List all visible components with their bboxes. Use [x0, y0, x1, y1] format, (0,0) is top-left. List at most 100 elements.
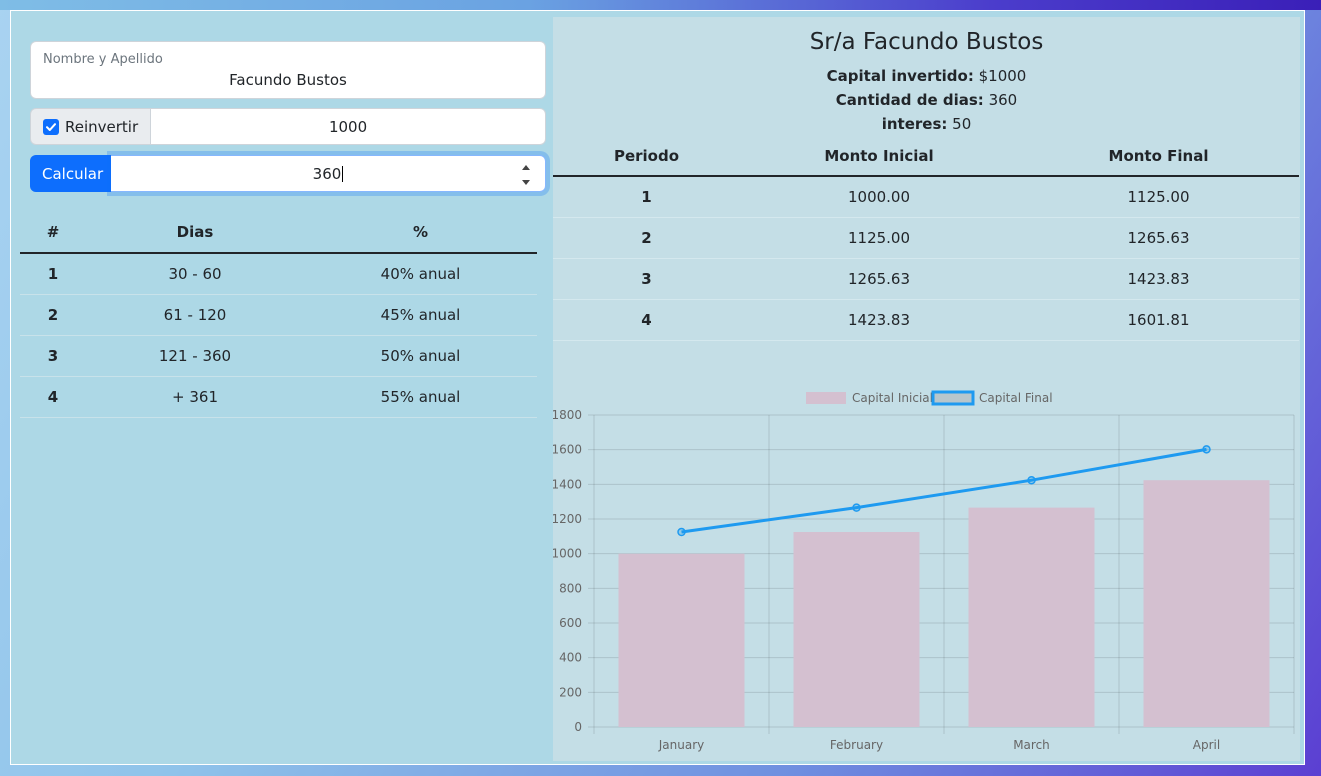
y-tick-label: 1600 [553, 443, 582, 457]
reinvest-toggle[interactable]: Reinvertir [30, 108, 152, 145]
table-cell: 1423.83 [1018, 258, 1299, 300]
rates-table: # Dias % 1 30 - 60 40% anual 2 61 - 120 … [20, 212, 537, 418]
spin-down-icon[interactable] [522, 180, 530, 185]
name-field[interactable]: Nombre y Apellido Facundo Bustos [30, 41, 546, 99]
table-cell: 2 [553, 217, 740, 259]
results-panel: Sr/a Facundo Bustos Capital invertido: $… [551, 17, 1300, 761]
app-frame: Nombre y Apellido Facundo Bustos Reinver… [10, 10, 1305, 765]
table-cell: 1000.00 [740, 176, 1018, 218]
table-cell: 40% anual [304, 253, 537, 295]
table-cell: + 361 [86, 376, 304, 418]
table-row: 1 30 - 60 40% anual [20, 253, 537, 295]
form-panel: Nombre y Apellido Facundo Bustos Reinver… [11, 11, 551, 764]
bar-capital-inicial [968, 507, 1095, 727]
days-summary-value: 360 [988, 91, 1018, 109]
column-header: % [304, 212, 537, 254]
table-cell: 1265.63 [1018, 217, 1299, 259]
table-header-row: # Dias % [20, 212, 537, 254]
result-title: Sr/a Facundo Bustos [809, 29, 1044, 55]
window-top-bar [0, 0, 1321, 10]
column-header: Periodo [553, 136, 740, 177]
interest-summary-label: interes: [881, 115, 948, 133]
table-cell: 3 [20, 335, 86, 377]
capital-summary: Capital invertido: $1000 [553, 67, 1300, 85]
column-header: Monto Inicial [740, 136, 1018, 177]
legend-swatch-capital-inicial [806, 392, 846, 404]
table-row: 2 61 - 120 45% anual [20, 294, 537, 336]
calculate-button[interactable]: Calcular [30, 155, 111, 192]
table-cell: 4 [20, 376, 86, 418]
table-row: 4 1423.83 1601.81 [553, 299, 1299, 341]
name-field-value[interactable]: Facundo Bustos [31, 71, 545, 89]
interest-summary-value: 50 [952, 115, 972, 133]
days-input-group: Calcular 360 [30, 155, 546, 192]
y-tick-label: 1000 [553, 547, 582, 561]
table-header-row: Periodo Monto Inicial Monto Final [553, 136, 1299, 177]
table-cell: 1125.00 [1018, 176, 1299, 218]
table-cell: 1 [20, 253, 86, 295]
y-tick-label: 1200 [553, 512, 582, 526]
reinvest-label: Reinvertir [65, 117, 139, 136]
capital-input-value: 1000 [328, 117, 368, 136]
y-tick-label: 400 [559, 651, 582, 665]
table-cell: 3 [553, 258, 740, 300]
table-cell: 2 [20, 294, 86, 336]
table-cell: 1125.00 [740, 217, 1018, 259]
table-cell: 1265.63 [740, 258, 1018, 300]
legend-swatch-capital-final [931, 390, 975, 406]
check-icon [46, 122, 56, 131]
bar-capital-inicial [793, 532, 920, 727]
table-cell: 1 [553, 176, 740, 218]
column-header: # [20, 212, 86, 254]
table-cell: 30 - 60 [86, 253, 304, 295]
x-tick-label: February [830, 738, 883, 752]
spin-up-icon[interactable] [522, 165, 530, 170]
table-row: 4 + 361 55% anual [20, 376, 537, 418]
y-tick-label: 1800 [553, 408, 582, 422]
column-header: Dias [86, 212, 304, 254]
legend-label-capital-final: Capital Final [979, 391, 1053, 405]
capital-input[interactable]: 1000 [151, 108, 546, 145]
days-summary-label: Cantidad de dias: [835, 91, 984, 109]
legend-label-capital-inicial: Capital Inicial [852, 391, 933, 405]
table-cell: 4 [553, 299, 740, 341]
capital-summary-label: Capital invertido: [826, 67, 974, 85]
x-tick-label: March [1013, 738, 1050, 752]
point-capital-final [1202, 445, 1211, 454]
point-capital-final [852, 503, 861, 512]
chart-svg: 0 200 400 600 800 1000 1200 1400 1600 1800 January… [551, 390, 1295, 752]
capital-summary-value: $1000 [978, 67, 1027, 85]
number-spinner[interactable] [521, 165, 531, 185]
days-input-value: 360 [312, 164, 344, 183]
table-row: 3 1265.63 1423.83 [553, 258, 1299, 300]
text-caret [342, 166, 344, 182]
periods-table: Periodo Monto Inicial Monto Final 1 1000… [553, 136, 1299, 341]
table-cell: 1423.83 [740, 299, 1018, 341]
y-tick-label: 600 [559, 616, 582, 630]
table-row: 3 121 - 360 50% anual [20, 335, 537, 377]
capital-chart: 0 200 400 600 800 1000 1200 1400 1600 1800 January… [551, 372, 1300, 752]
y-tick-label: 200 [559, 685, 582, 699]
x-tick-label: April [1193, 738, 1220, 752]
table-cell: 50% anual [304, 335, 537, 377]
x-tick-label: January [658, 738, 705, 752]
bar-capital-inicial [1143, 480, 1270, 727]
table-row: 1 1000.00 1125.00 [553, 176, 1299, 218]
days-input[interactable]: 360 [111, 155, 546, 192]
y-tick-label: 0 [574, 720, 582, 734]
table-cell: 61 - 120 [86, 294, 304, 336]
interest-summary: interes: 50 [553, 115, 1300, 133]
days-summary: Cantidad de dias: 360 [553, 91, 1300, 109]
y-tick-label: 1400 [553, 477, 582, 491]
table-cell: 45% anual [304, 294, 537, 336]
name-field-label: Nombre y Apellido [43, 52, 163, 67]
reinvest-checkbox[interactable] [43, 118, 59, 135]
table-cell: 55% anual [304, 376, 537, 418]
point-capital-final [1027, 475, 1036, 485]
bar-capital-inicial [618, 553, 745, 727]
point-capital-final [677, 527, 686, 537]
capital-input-group: Reinvertir 1000 [30, 108, 546, 145]
column-header: Monto Final [1018, 136, 1299, 177]
table-cell: 121 - 360 [86, 335, 304, 377]
y-tick-label: 800 [559, 581, 582, 595]
